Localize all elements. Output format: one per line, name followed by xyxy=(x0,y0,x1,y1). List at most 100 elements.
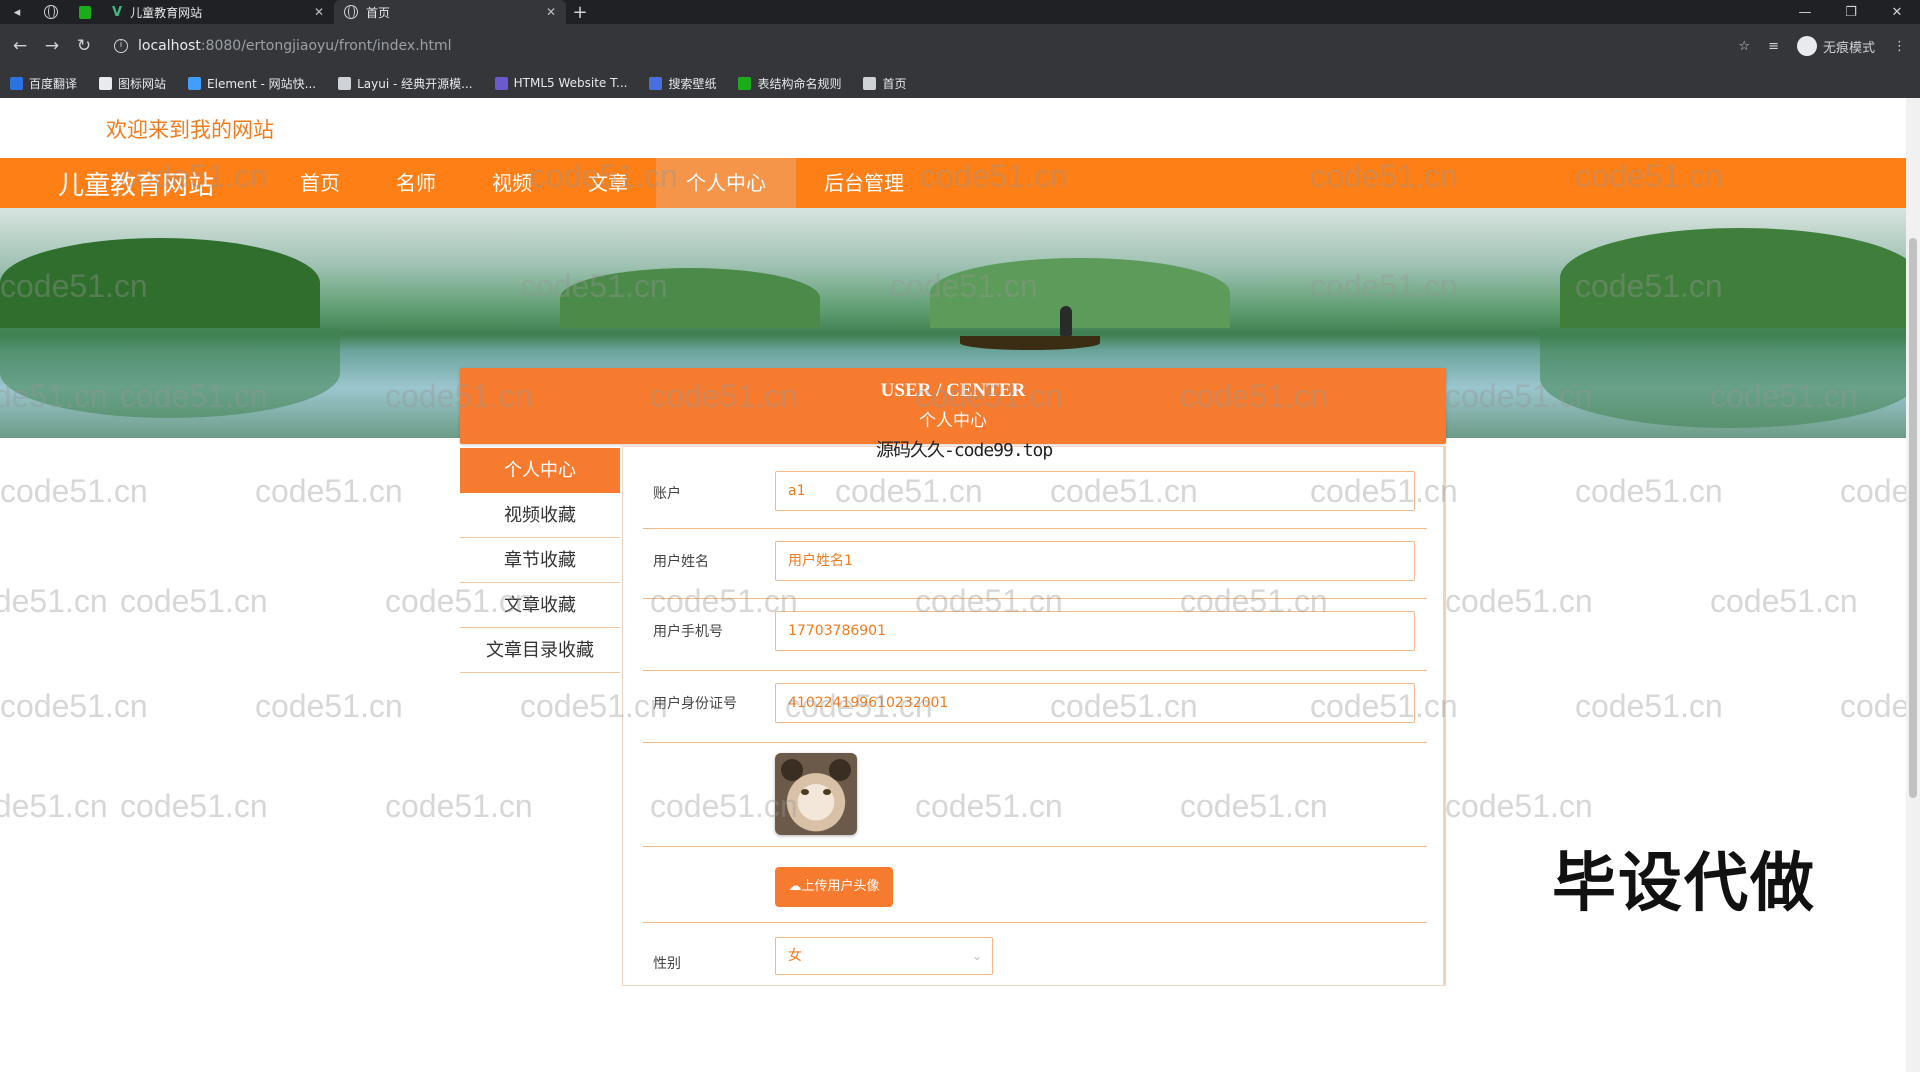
watermark-text: code51.cn xyxy=(1575,688,1723,724)
nav-item[interactable]: 个人中心 xyxy=(656,158,796,208)
side-menu-item[interactable]: 个人中心 xyxy=(460,448,620,493)
bookmark-item[interactable]: 首页 xyxy=(863,75,907,92)
profile-form-panel: 账户 a1 用户姓名 用户姓名1 用户手机号 17703786901 用户身份证… xyxy=(622,446,1446,986)
gender-row: 性别 女 ⌄ xyxy=(643,923,1427,993)
tab-search-icon[interactable]: ◂ xyxy=(0,0,34,24)
nav-item[interactable]: 名师 xyxy=(368,158,464,208)
source-watermark-note: 源码久久-code99.top xyxy=(876,440,1053,461)
side-menu-item[interactable]: 文章目录收藏 xyxy=(460,628,620,673)
site-info-icon[interactable]: i xyxy=(114,39,128,53)
bookmark-item[interactable]: 搜索壁纸 xyxy=(649,75,716,92)
watermark-text: code51.cn xyxy=(0,688,148,724)
bookmark-item[interactable]: HTML5 Website T... xyxy=(494,76,628,90)
site-brand[interactable]: 儿童教育网站 xyxy=(0,165,272,202)
tab-title: 儿童教育网站 xyxy=(130,5,203,20)
bookmark-favicon-icon xyxy=(338,76,352,90)
bookmark-item[interactable]: Element - 网站快... xyxy=(188,75,316,92)
tab-title: 首页 xyxy=(366,5,391,20)
bookmark-favicon-icon xyxy=(649,76,663,90)
nav-item[interactable]: 文章 xyxy=(560,158,656,208)
watermark-text: code51.cn xyxy=(255,473,403,509)
back-icon[interactable]: ← xyxy=(4,36,36,56)
account-label: 账户 xyxy=(653,486,681,502)
side-menu-item[interactable]: 章节收藏 xyxy=(460,538,620,583)
bookmark-label: HTML5 Website T... xyxy=(513,76,628,90)
user-center-title-zh: 个人中心 xyxy=(919,411,987,431)
bookmark-label: 搜索壁纸 xyxy=(668,76,717,91)
bookmark-favicon-icon xyxy=(494,76,508,90)
phone-row: 用户手机号 17703786901 xyxy=(643,599,1427,671)
incognito-indicator[interactable]: 无痕模式 xyxy=(1796,36,1875,56)
watermark-text: code51.cn xyxy=(1445,788,1593,824)
bookmark-label: 首页 xyxy=(882,76,907,91)
phone-input[interactable]: 17703786901 xyxy=(775,611,1415,651)
restore-icon[interactable]: ❐ xyxy=(1828,5,1874,20)
watermark-text: code51.cn xyxy=(1445,583,1593,619)
watermark-text: code51.cn xyxy=(0,788,108,824)
nav-item[interactable]: 首页 xyxy=(272,158,368,208)
watermark-text: code51.cn xyxy=(385,788,533,824)
account-row: 账户 a1 xyxy=(643,471,1427,529)
boat-image xyxy=(960,336,1100,350)
bookmark-label: 百度翻译 xyxy=(29,76,78,91)
scrollbar-thumb[interactable] xyxy=(1909,238,1917,798)
chevron-down-icon: ⌄ xyxy=(971,949,982,963)
nav-item[interactable]: 后台管理 xyxy=(796,158,932,208)
bookmark-favicon-icon xyxy=(863,76,877,90)
pinned-tab-sheet-icon[interactable] xyxy=(68,0,102,24)
gender-label: 性别 xyxy=(653,956,681,972)
boatman-image xyxy=(1060,306,1072,336)
incognito-icon xyxy=(1796,36,1817,56)
close-tab-icon[interactable]: ✕ xyxy=(546,5,556,19)
avatar-eye xyxy=(801,789,809,795)
page-scrollbar[interactable] xyxy=(1906,98,1920,1072)
watermark-text: code51.cn xyxy=(1710,583,1858,619)
reading-list-icon[interactable]: ≡ xyxy=(1768,39,1779,54)
upload-avatar-label: 上传用户头像 xyxy=(801,879,880,894)
close-tab-icon[interactable]: ✕ xyxy=(314,5,324,19)
side-menu-item[interactable]: 文章收藏 xyxy=(460,583,620,628)
minimize-icon[interactable]: — xyxy=(1782,5,1828,20)
pinned-tab-globe-icon[interactable] xyxy=(34,0,68,24)
bookmark-item[interactable]: 图标网站 xyxy=(99,75,166,92)
name-input[interactable]: 用户姓名1 xyxy=(775,541,1415,581)
bookmark-label: 图标网站 xyxy=(118,76,167,91)
avatar-row xyxy=(643,743,1427,847)
forward-icon[interactable]: → xyxy=(36,36,68,56)
welcome-text: 欢迎来到我的网站 xyxy=(106,118,274,142)
idcard-row: 用户身份证号 410224199610232001 xyxy=(643,671,1427,743)
watermark-text: code51.cn xyxy=(0,473,148,509)
bookmark-favicon-icon xyxy=(738,76,752,90)
user-center-header: USER / CENTER 个人中心 xyxy=(460,368,1446,444)
bookmark-item[interactable]: 表结构命名规则 xyxy=(738,75,841,92)
idcard-input[interactable]: 410224199610232001 xyxy=(775,683,1415,723)
name-label: 用户姓名 xyxy=(653,554,709,570)
gender-select[interactable]: 女 ⌄ xyxy=(775,937,993,975)
banner-scenery xyxy=(0,238,320,328)
watermark-text: code51.cn xyxy=(1575,98,1723,105)
user-center-side-menu: 个人中心 视频收藏 章节收藏 文章收藏 文章目录收藏 xyxy=(460,448,620,673)
bookmark-favicon-icon xyxy=(10,76,23,90)
url-field[interactable]: i localhost:8080/ertongjiaoyu/front/inde… xyxy=(114,38,1734,54)
close-window-icon[interactable]: ✕ xyxy=(1874,5,1920,20)
new-tab-icon[interactable]: + xyxy=(566,2,594,23)
upload-avatar-button[interactable]: ☁上传用户头像 xyxy=(775,867,893,907)
nav-item[interactable]: 视频 xyxy=(464,158,560,208)
bookmark-star-icon[interactable]: ☆ xyxy=(1738,39,1750,54)
cloud-upload-icon: ☁ xyxy=(788,879,802,894)
globe-icon xyxy=(344,5,358,19)
bookmark-item[interactable]: Layui - 经典开源模... xyxy=(338,75,473,92)
menu-icon[interactable]: ⋮ xyxy=(1893,39,1906,54)
banner-scenery xyxy=(1560,228,1906,328)
side-menu-item[interactable]: 视频收藏 xyxy=(460,493,620,538)
watermark-text: code51.cn xyxy=(1840,688,1906,724)
browser-tab-1[interactable]: V 儿童教育网站 ✕ xyxy=(102,0,334,24)
bookmark-item[interactable]: 百度翻译 xyxy=(10,75,77,92)
watermark-text: code51.cn xyxy=(120,788,268,824)
account-input[interactable]: a1 xyxy=(775,471,1415,511)
browser-tab-2[interactable]: 首页 ✕ xyxy=(334,0,566,24)
address-bar-row: ← → ↻ i localhost:8080/ertongjiaoyu/fron… xyxy=(0,24,1920,68)
reload-icon[interactable]: ↻ xyxy=(68,36,100,56)
gender-value: 女 xyxy=(788,948,802,964)
bookmark-favicon-icon xyxy=(188,76,202,90)
